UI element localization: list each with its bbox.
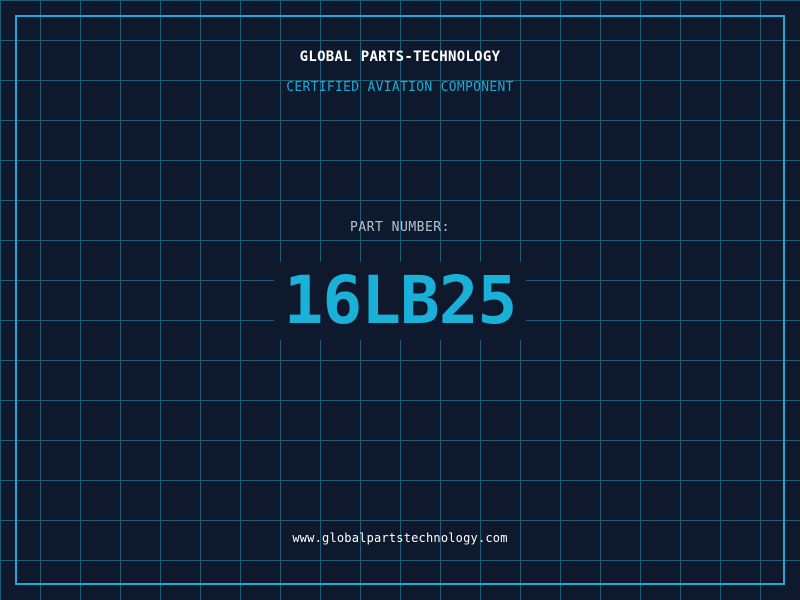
website-url[interactable]: www.globalpartstechnology.com [0, 531, 800, 545]
part-number-label: PART NUMBER: [350, 220, 450, 235]
brand-subtitle: CERTIFIED AVIATION COMPONENT [286, 80, 514, 95]
part-number-value: 16LB25 [273, 262, 527, 340]
part-number-container: 16LB25 [0, 262, 800, 340]
brand-title: GLOBAL PARTS-TECHNOLOGY [299, 49, 501, 65]
card-canvas: GLOBAL PARTS-TECHNOLOGY CERTIFIED AVIATI… [0, 0, 800, 600]
